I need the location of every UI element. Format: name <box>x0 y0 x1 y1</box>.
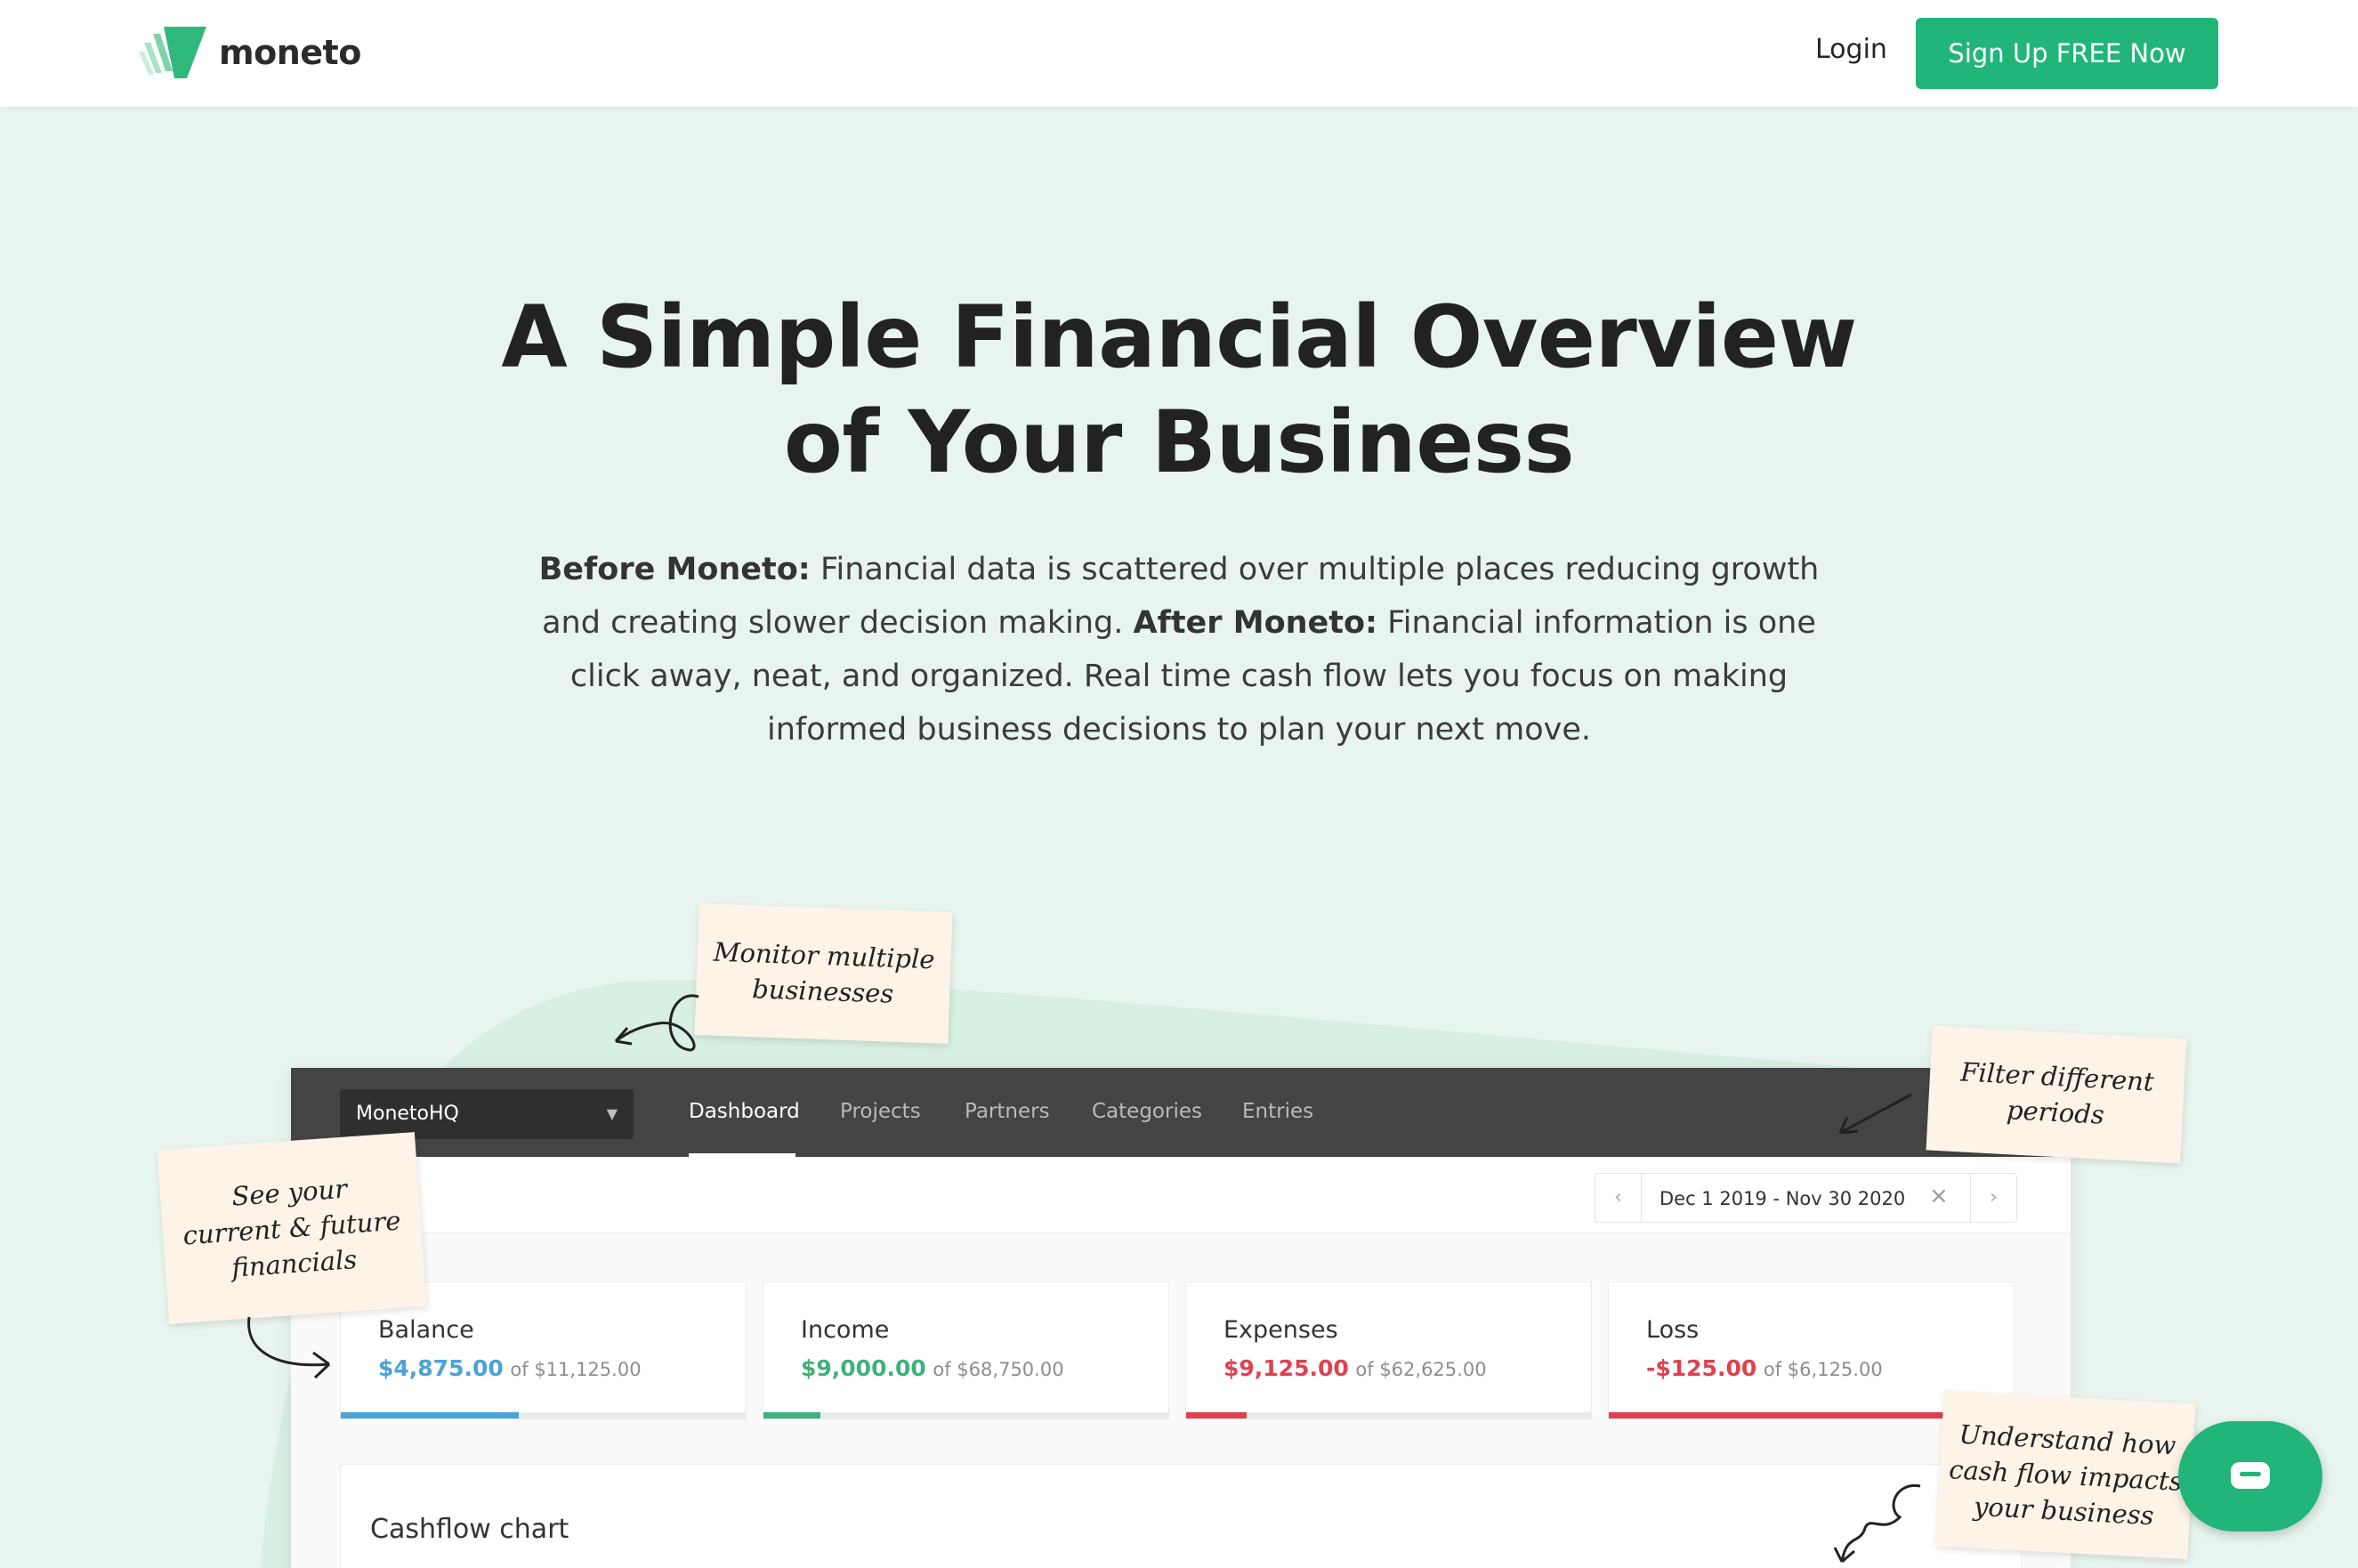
card-of-total: of $6,125.00 <box>1763 1359 1883 1380</box>
business-select-value: MonetoHQ <box>356 1103 459 1125</box>
card-title: Loss <box>1646 1316 1700 1344</box>
note-monitor-businesses: Monitor multiple businesses <box>694 903 953 1044</box>
chevron-right-icon[interactable]: › <box>1970 1174 2016 1222</box>
card-of-total: of $11,125.00 <box>510 1359 642 1380</box>
hero-title-line-1: A Simple Financial Overview <box>501 287 1857 387</box>
card-value: -$125.00 of $6,125.00 <box>1646 1355 1883 1381</box>
signup-button[interactable]: Sign Up FREE Now <box>1916 18 2218 89</box>
card-title: Balance <box>378 1316 474 1344</box>
dashboard-subbar: ard ‹ Dec 1 2019 - Nov 30 2020 × › <box>291 1157 2071 1233</box>
moneto-logo-icon <box>139 27 206 78</box>
date-range-picker[interactable]: ‹ Dec 1 2019 - Nov 30 2020 × › <box>1595 1173 2017 1223</box>
progress-fill <box>341 1412 520 1418</box>
card-title: Income <box>801 1316 890 1344</box>
cashflow-chart-title: Cashflow chart <box>370 1514 569 1545</box>
tab-partners[interactable]: Partners <box>965 1100 1050 1123</box>
login-link[interactable]: Login <box>1815 34 1887 65</box>
arrow-icon <box>247 1316 331 1379</box>
card-value: $9,125.00 of $62,625.00 <box>1223 1355 1487 1381</box>
progress-track <box>763 1412 1168 1418</box>
hero-description: Before Moneto: Financial data is scatter… <box>534 543 1824 756</box>
hero-title-line-2: of Your Business <box>783 392 1575 492</box>
card-amount: $9,000.00 <box>801 1355 926 1381</box>
progress-fill <box>763 1412 820 1418</box>
card-title: Expenses <box>1223 1316 1338 1344</box>
expenses-card[interactable]: Expenses $9,125.00 of $62,625.00 <box>1185 1281 1592 1419</box>
card-value: $4,875.00 of $11,125.00 <box>378 1355 642 1381</box>
after-label: After Moneto: <box>1133 605 1378 641</box>
brand-logo[interactable]: moneto <box>139 25 361 80</box>
arrow-icon <box>1838 1093 1912 1135</box>
income-card[interactable]: Income $9,000.00 of $68,750.00 <box>763 1281 1169 1419</box>
tab-projects[interactable]: Projects <box>840 1100 921 1123</box>
top-navbar: moneto Login Sign Up FREE Now <box>0 0 2358 107</box>
arrow-icon <box>614 994 699 1052</box>
tab-entries[interactable]: Entries <box>1242 1100 1313 1123</box>
before-label: Before Moneto: <box>538 552 811 587</box>
tab-dashboard[interactable]: Dashboard <box>689 1100 800 1123</box>
card-amount: $9,125.00 <box>1223 1355 1349 1381</box>
arrow-icon <box>1833 1484 1921 1564</box>
dashboard-mockup: MonetoHQ ▼ Dashboard Projects Partners C… <box>291 1068 2071 1568</box>
chat-widget-button[interactable] <box>2178 1421 2322 1532</box>
business-select[interactable]: MonetoHQ ▼ <box>340 1089 634 1139</box>
app-navbar: MonetoHQ ▼ Dashboard Projects Partners C… <box>291 1068 2071 1157</box>
caret-down-icon: ▼ <box>606 1105 618 1122</box>
card-of-total: of $68,750.00 <box>933 1359 1064 1380</box>
note-filter-periods: Filter different periods <box>1926 1025 2187 1164</box>
date-range-value: Dec 1 2019 - Nov 30 2020 <box>1659 1188 1906 1209</box>
progress-fill <box>1186 1412 1248 1418</box>
card-value: $9,000.00 of $68,750.00 <box>801 1355 1064 1381</box>
progress-track <box>1186 1412 1591 1418</box>
cashflow-chart-panel: Cashflow chart <box>340 1464 2022 1568</box>
hero-title: A Simple Financial Overview of Your Busi… <box>289 285 2069 495</box>
chat-icon <box>2231 1462 2270 1489</box>
card-of-total: of $62,625.00 <box>1355 1359 1487 1380</box>
tab-categories[interactable]: Categories <box>1092 1100 1202 1123</box>
close-icon[interactable]: × <box>1929 1183 1949 1209</box>
progress-track <box>341 1412 746 1418</box>
chevron-left-icon[interactable]: ‹ <box>1595 1174 1642 1222</box>
brand-name: moneto <box>219 33 361 72</box>
card-amount: -$125.00 <box>1646 1355 1757 1381</box>
note-understand-cashflow: Understand how cash flow impacts your bu… <box>1935 1390 2196 1560</box>
card-amount: $4,875.00 <box>378 1355 504 1381</box>
note-see-financials: See your current & future financials <box>157 1132 427 1324</box>
